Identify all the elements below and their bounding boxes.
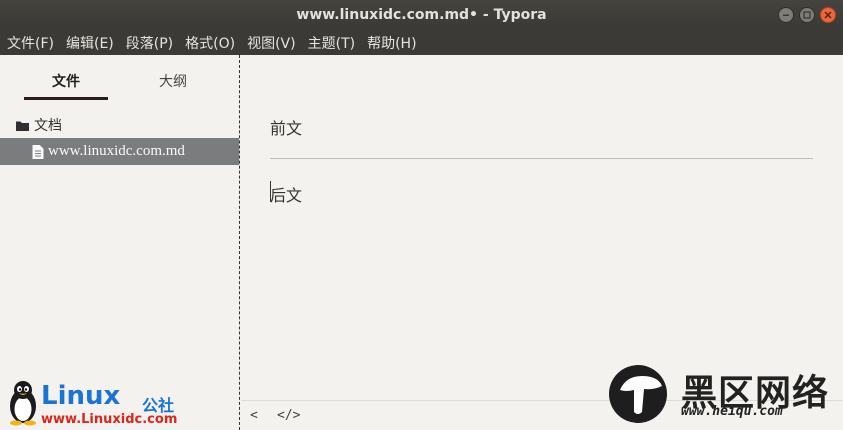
menu-theme[interactable]: 主题(T) [303,33,360,53]
file-icon [32,144,44,159]
file-label: www.linuxidc.com.md [48,143,185,159]
maximize-icon [803,11,811,19]
file-item-selected[interactable]: www.linuxidc.com.md [0,138,239,165]
minimize-button[interactable] [778,7,794,23]
menu-edit[interactable]: 编辑(E) [61,33,119,53]
folder-icon [16,121,29,131]
editor-area[interactable]: 前文 后文 [241,55,843,400]
title-bar: www.linuxidc.com.md• - Typora [0,0,843,30]
toggle-sidebar-button[interactable]: < [250,408,258,423]
paragraph[interactable]: 前文 [270,115,302,139]
heiqu-logo-icon [609,365,667,423]
horizontal-rule [270,158,813,159]
menu-view[interactable]: 视图(V) [242,33,301,53]
menu-paragraph[interactable]: 段落(P) [121,33,178,53]
linux-watermark-url: www.Linuxidc.com [41,412,178,427]
folder-label: 文档 [34,118,62,134]
close-icon [824,11,832,19]
paragraph[interactable]: 后文 [270,182,302,206]
menu-help[interactable]: 帮助(H) [362,33,421,53]
linux-watermark-word: Linux [41,381,121,411]
window-controls [778,7,836,23]
maximize-button[interactable] [799,7,815,23]
menu-format[interactable]: 格式(O) [180,33,240,53]
active-tab-indicator [24,97,108,100]
heiqu-watermark-url: www.heiqu.com [681,404,783,419]
tab-outline[interactable]: 大纲 [131,71,215,91]
sidebar-tabs: 文件 大纲 [0,55,240,100]
tab-files[interactable]: 文件 [24,71,108,91]
window-title: www.linuxidc.com.md• - Typora [296,7,547,23]
menu-bar: 文件(F) 编辑(E) 段落(P) 格式(O) 视图(V) 主题(T) 帮助(H… [0,30,843,55]
penguin-icon [10,381,36,426]
minimize-icon [783,14,789,16]
menu-file[interactable]: 文件(F) [2,33,59,53]
folder-item[interactable]: 文档 [16,115,62,135]
linux-watermark: Linux 公社 www.Linuxidc.com [3,378,183,430]
close-button[interactable] [820,7,836,23]
sidebar-resize-handle[interactable] [239,55,240,430]
text-cursor [270,181,271,202]
sidebar: 文件 大纲 文档 www.linuxidc.com.md [0,55,240,430]
heiqu-watermark: 黑区网络 www.heiqu.com [608,362,840,428]
source-code-mode-button[interactable]: </> [277,408,300,423]
